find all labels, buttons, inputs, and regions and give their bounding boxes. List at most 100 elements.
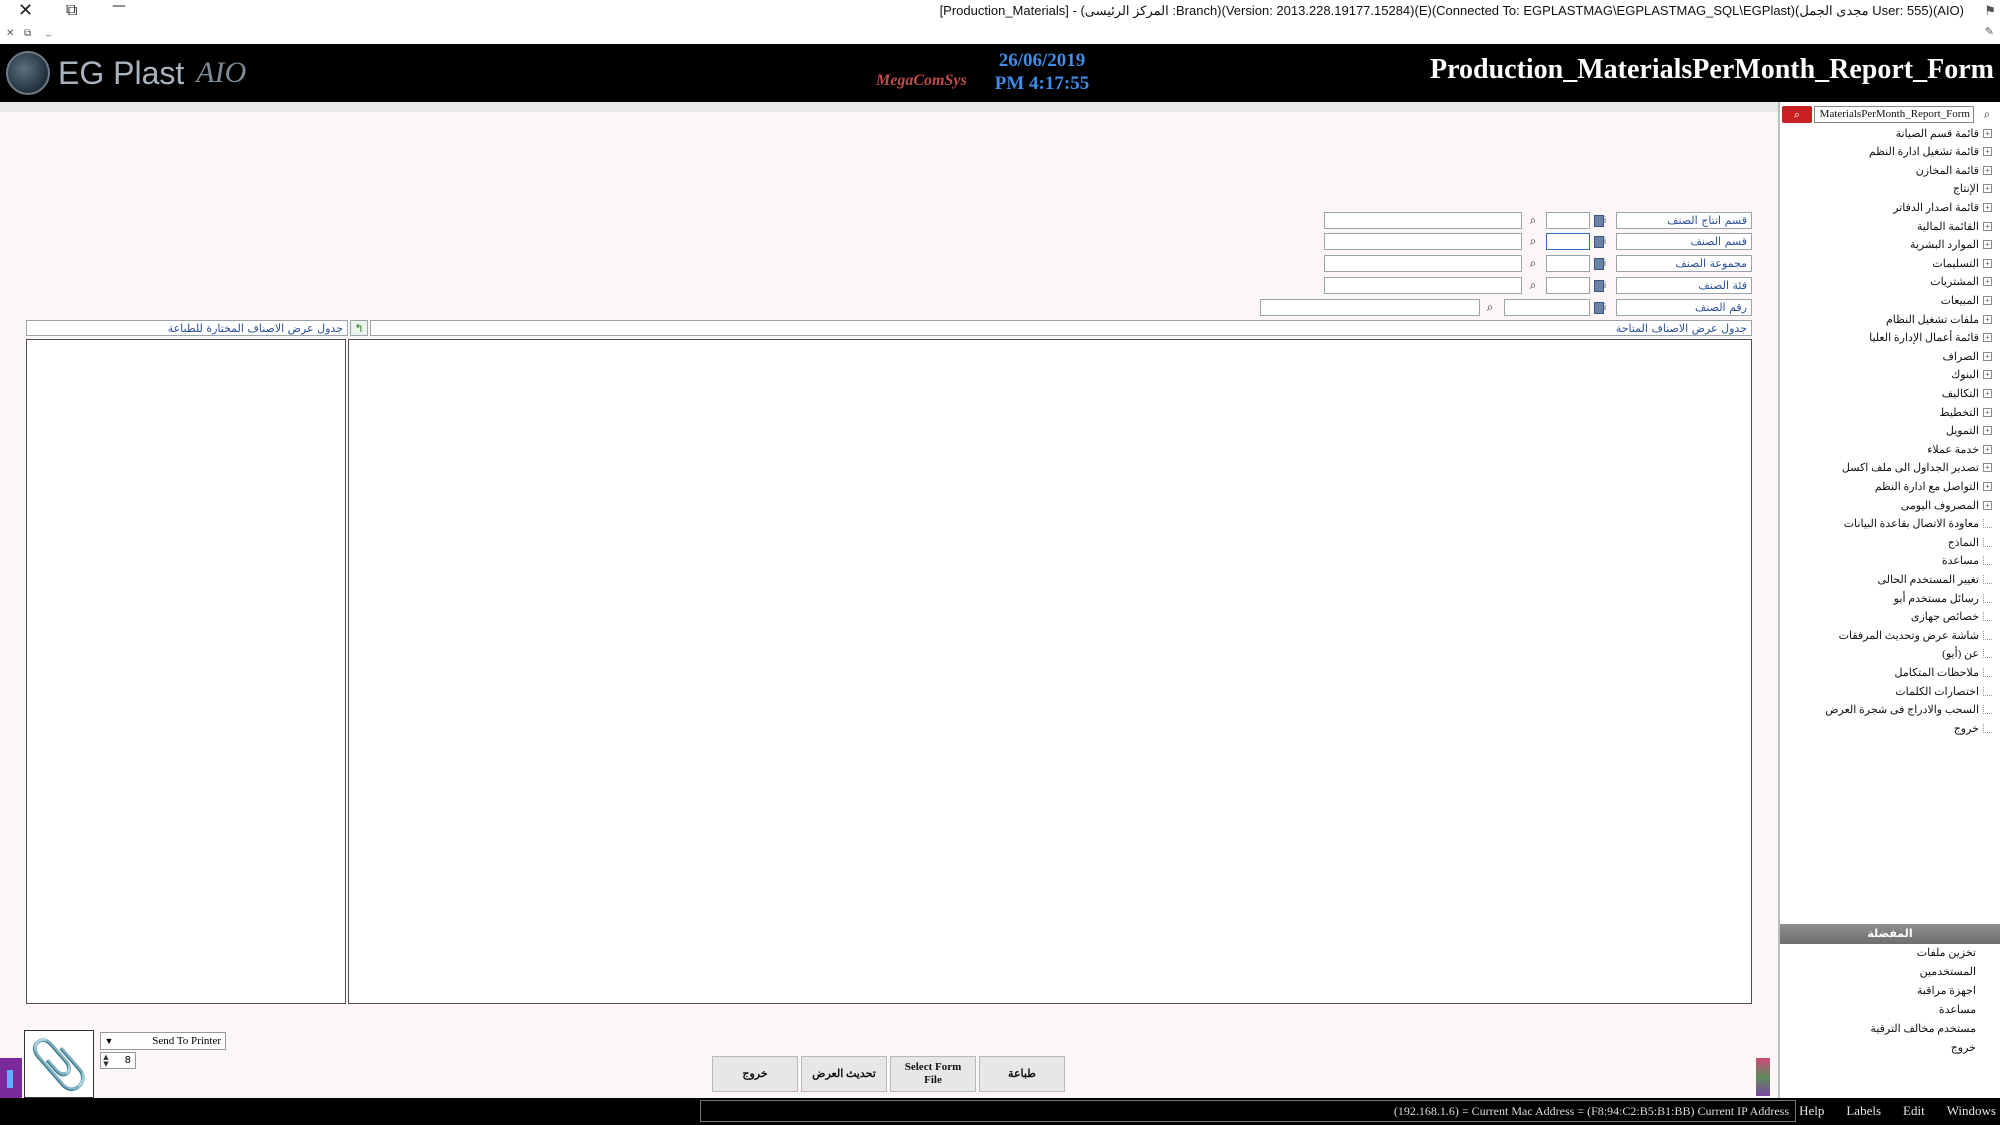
restore-icon[interactable]: ⧉ xyxy=(66,0,77,20)
search-icon[interactable]: ⌕ xyxy=(1978,106,1996,123)
menu-tree-item[interactable]: + قائمة أعمال الإدارة العليا xyxy=(1869,329,1992,347)
available-items-table[interactable] xyxy=(348,339,1752,1004)
expand-icon[interactable]: + xyxy=(1983,426,1992,436)
mdi-minimize-icon[interactable]: _ xyxy=(46,26,51,37)
menu-tree-item[interactable]: + التسليمات xyxy=(1932,254,1992,272)
expand-icon[interactable]: + xyxy=(1983,240,1992,250)
expand-icon[interactable]: + xyxy=(1983,277,1992,287)
filter-code-picker-icon[interactable] xyxy=(1590,212,1608,229)
filter-code-picker-icon[interactable] xyxy=(1590,277,1608,294)
menu-tree-item[interactable]: + قائمة المخازن xyxy=(1916,161,1992,179)
menu-tree-item[interactable]: النماذج xyxy=(1948,533,1992,551)
move-back-arrow-icon[interactable]: ↰ xyxy=(350,320,368,336)
favorites-item[interactable]: مساعدة xyxy=(1939,1003,1976,1021)
menu-tree-item[interactable]: + خدمة عملاء xyxy=(1927,440,1992,458)
print-button[interactable]: طباعة xyxy=(979,1056,1065,1092)
menu-tree-item[interactable]: خصائص جهازى xyxy=(1911,608,1992,626)
menu-edit[interactable]: Edit xyxy=(1903,1103,1925,1119)
menu-tree-item[interactable]: + التمويل xyxy=(1946,422,1992,440)
filter-code-input-item-dept[interactable] xyxy=(1546,233,1590,250)
expand-icon[interactable]: + xyxy=(1983,351,1992,361)
expand-icon[interactable]: + xyxy=(1983,500,1992,510)
filter-code-picker-icon[interactable] xyxy=(1590,255,1608,272)
minimize-icon[interactable]: — xyxy=(112,0,126,14)
filter-code-picker-icon[interactable] xyxy=(1590,299,1608,316)
print-destination-select[interactable]: ▼ Send To Printer xyxy=(100,1032,226,1050)
menu-tree-item[interactable]: ملاحظات المتكامل xyxy=(1895,663,1992,681)
filter-code-input-item-category[interactable] xyxy=(1546,277,1590,294)
menu-tree-item[interactable]: السحب والادراج فى شجرة العرض xyxy=(1825,701,1992,719)
expand-icon[interactable]: + xyxy=(1983,128,1992,138)
expand-icon[interactable]: + xyxy=(1983,184,1992,194)
expand-icon[interactable]: + xyxy=(1983,165,1992,175)
menu-tree-item[interactable]: + قائمة قسم الصيانة xyxy=(1896,124,1992,142)
close-icon[interactable]: ✕ xyxy=(18,0,33,21)
menu-tree-item[interactable]: + قائمة اصدار الدفاتر xyxy=(1893,198,1992,216)
mdi-restore-icon[interactable]: ⧉ xyxy=(24,28,31,39)
menu-help[interactable]: Help xyxy=(1799,1103,1824,1119)
expand-icon[interactable]: + xyxy=(1983,295,1992,305)
menu-tree-item[interactable]: تغيير المستخدم الحالى xyxy=(1877,570,1992,588)
expand-icon[interactable]: + xyxy=(1983,147,1992,157)
search-icon[interactable]: ⌕ xyxy=(1524,277,1542,294)
menu-tree-item[interactable]: + التكاليف xyxy=(1942,384,1992,402)
copies-stepper[interactable]: ▲ ▼ 8 xyxy=(100,1052,136,1069)
menu-tree-item[interactable]: + البنوك xyxy=(1951,366,1992,384)
menu-tree-item[interactable]: + الإنتاج xyxy=(1953,180,1992,198)
menu-tree-item[interactable]: + الموارد البشرية xyxy=(1910,236,1992,254)
menu-labels[interactable]: Labels xyxy=(1846,1103,1881,1119)
menu-tree-item[interactable]: + القائمة المالية xyxy=(1917,217,1992,235)
favorites-item[interactable]: خروج xyxy=(1951,1041,1976,1059)
expand-icon[interactable]: + xyxy=(1983,314,1992,324)
filter-code-picker-icon[interactable] xyxy=(1590,233,1608,250)
select-form-file-button[interactable]: Select Form File xyxy=(890,1056,976,1092)
expand-icon[interactable]: + xyxy=(1983,481,1992,491)
menu-tree-item[interactable]: + المبيعات xyxy=(1941,291,1992,309)
search-icon[interactable]: ⌕ xyxy=(1524,255,1542,272)
expand-icon[interactable]: + xyxy=(1983,370,1992,380)
mdi-close-icon[interactable]: ✕ xyxy=(6,28,14,39)
paperclip-icon[interactable]: 📎 xyxy=(24,1030,94,1098)
menu-tree-item[interactable]: عن (أيو) xyxy=(1942,645,1992,663)
menu-tree-item[interactable]: + الصراف xyxy=(1943,347,1992,365)
search-icon[interactable]: ⌕ xyxy=(1524,233,1542,250)
menu-windows[interactable]: Windows xyxy=(1947,1103,1996,1119)
filter-code-input-item-group[interactable] xyxy=(1546,255,1590,272)
menu-tree-item[interactable]: + ملفات تشغيل النظام xyxy=(1886,310,1992,328)
menu-tree-item[interactable]: معاودة الاتصال بقاعدة البيانات xyxy=(1844,515,1992,533)
refresh-button[interactable]: تحديث العرض xyxy=(801,1056,887,1092)
exit-button[interactable]: خروج xyxy=(712,1056,798,1092)
menu-tree-item[interactable]: + التخطيط xyxy=(1939,403,1992,421)
menu-search-input[interactable]: MaterialsPerMonth_Report_Form xyxy=(1814,106,1974,123)
expand-icon[interactable]: + xyxy=(1983,333,1992,343)
menu-tree-item[interactable]: مساعدة xyxy=(1942,552,1992,570)
menu-tree-item[interactable]: + المصروف اليومى xyxy=(1901,496,1992,514)
menu-tree-item[interactable]: + المشتريات xyxy=(1930,273,1992,291)
menu-tree-item[interactable]: شاشة عرض وتحديث المرفقات xyxy=(1839,626,1992,644)
search-icon[interactable]: ⌕ xyxy=(1481,299,1499,316)
filter-name-input-item-group[interactable] xyxy=(1324,255,1522,272)
expand-icon[interactable]: + xyxy=(1983,463,1992,473)
side-tab[interactable] xyxy=(0,1058,22,1098)
pin-icon[interactable]: ✎ xyxy=(1985,25,1994,38)
expand-icon[interactable]: + xyxy=(1983,388,1992,398)
search-icon[interactable]: ⌕ xyxy=(1524,212,1542,229)
expand-icon[interactable]: + xyxy=(1983,258,1992,268)
expand-icon[interactable]: + xyxy=(1983,221,1992,231)
filter-name-input-production-dept[interactable] xyxy=(1324,212,1522,229)
stepper-arrows-icon[interactable]: ▲ ▼ xyxy=(101,1053,111,1068)
favorites-item[interactable]: المستخدمين xyxy=(1920,965,1976,983)
menu-tree-item[interactable]: خروج xyxy=(1954,719,1992,737)
filter-code-input-item-number[interactable] xyxy=(1504,299,1590,316)
menu-tree-item[interactable]: + قائمة تشغيل ادارة النظم xyxy=(1869,143,1992,161)
favorites-item[interactable]: تخزين ملفات xyxy=(1917,946,1976,964)
menu-tree-item[interactable]: + التواصل مع ادارة النظم xyxy=(1875,477,1992,495)
menu-tree-item[interactable]: رسائل مستخدم أيو xyxy=(1894,589,1992,607)
menu-tree-item[interactable]: + تصدير الجداول الى ملف اكسل xyxy=(1842,459,1992,477)
filter-code-input-production-dept[interactable] xyxy=(1546,212,1590,229)
expand-icon[interactable]: + xyxy=(1983,407,1992,417)
favorites-item[interactable]: اجهزة مراقبة xyxy=(1917,984,1976,1002)
filter-name-input-item-number[interactable] xyxy=(1260,299,1480,316)
menu-tree-item[interactable]: اختصارات الكلمات xyxy=(1895,682,1992,700)
filter-name-input-item-category[interactable] xyxy=(1324,277,1522,294)
